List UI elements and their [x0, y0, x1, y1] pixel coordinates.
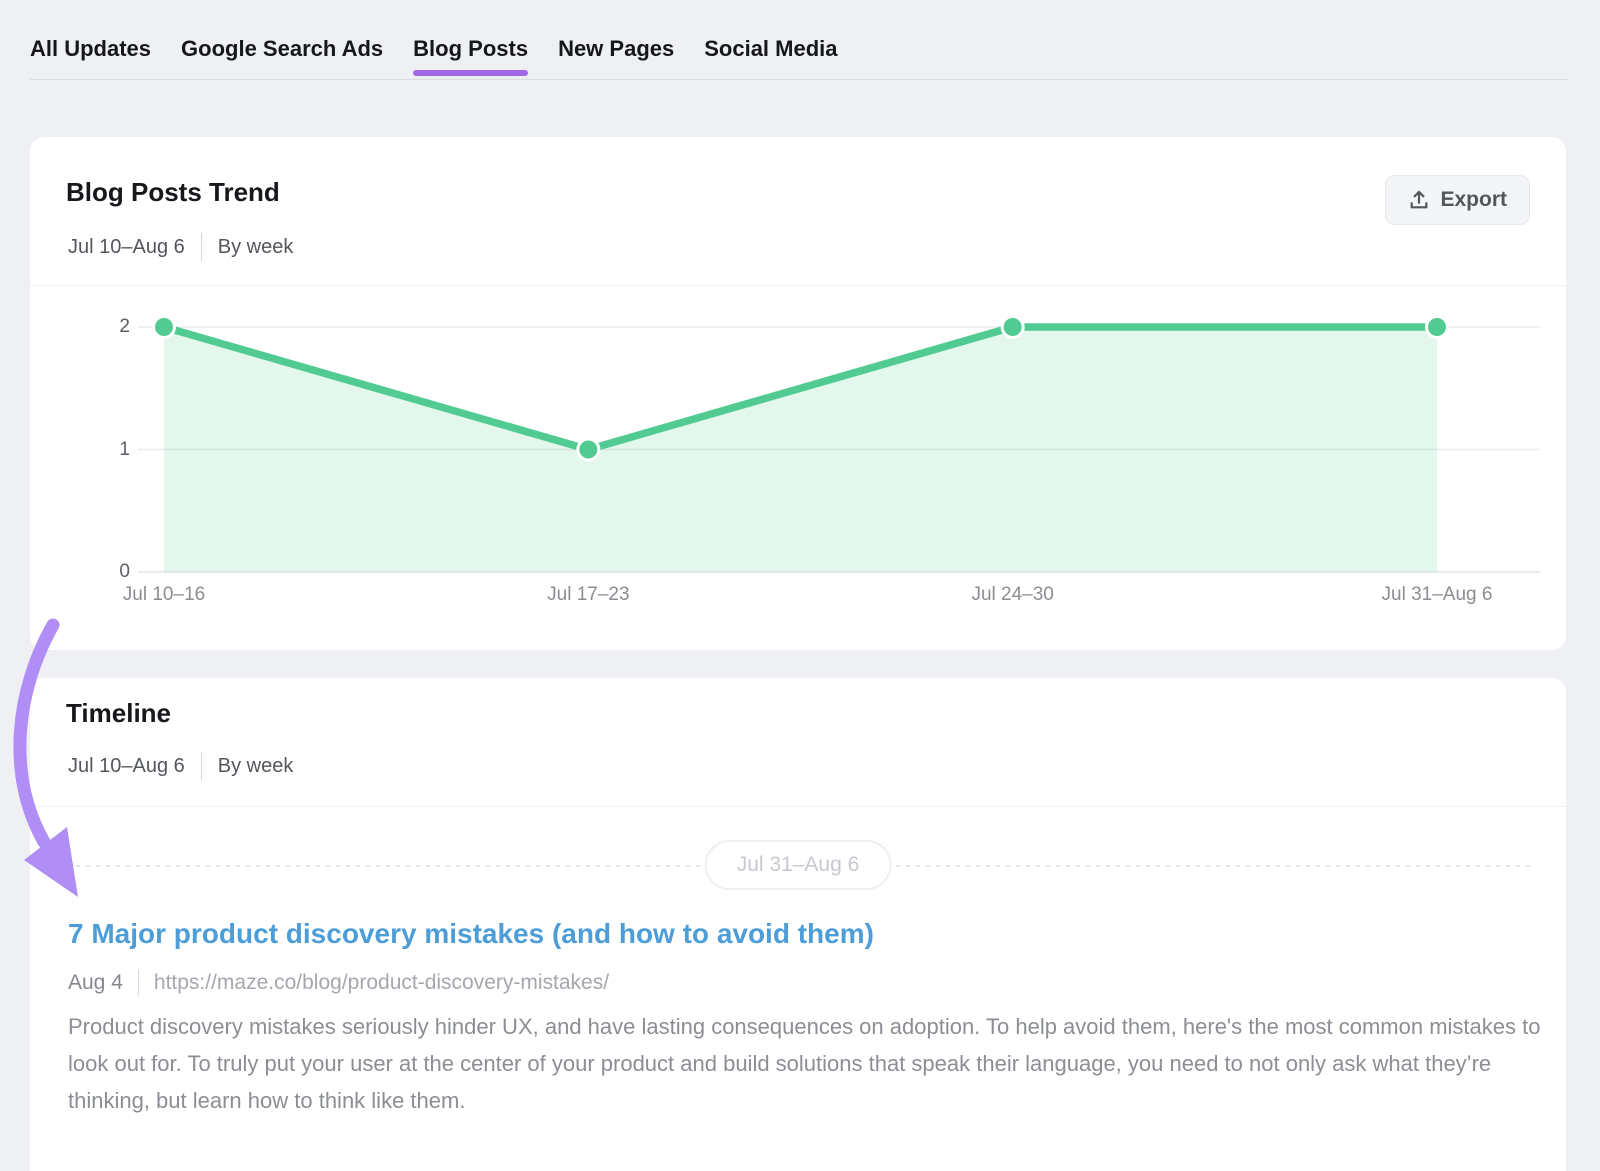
data-point-1 [578, 439, 599, 460]
blog-post-meta: Aug 4 https://maze.co/blog/product-disco… [68, 970, 609, 996]
data-point-2 [1002, 317, 1023, 338]
x-axis-label-1: Jul 17–23 [478, 584, 698, 606]
blog-post-url: https://maze.co/blog/product-discovery-m… [154, 971, 609, 995]
data-point-0 [154, 317, 175, 338]
x-axis-label-0: Jul 10–16 [54, 584, 274, 606]
tab-blog-posts[interactable]: Blog Posts [413, 36, 528, 78]
chart-area-fill [164, 327, 1437, 572]
tab-new-pages[interactable]: New Pages [558, 36, 674, 78]
tab-social-media[interactable]: Social Media [704, 36, 837, 78]
x-axis-label-3: Jul 31–Aug 6 [1327, 584, 1547, 606]
timeline-card: Timeline Jul 10–Aug 6 By week Jul 31–Aug… [30, 678, 1566, 1171]
timeline-date-range: Jul 10–Aug 6 [68, 755, 185, 778]
blog-posts-trend-chart [30, 137, 1566, 650]
tab-google-search-ads[interactable]: Google Search Ads [181, 36, 383, 78]
timeline-granularity: By week [218, 755, 294, 778]
meta-separator [138, 970, 139, 996]
y-tick-label-0: 0 [30, 561, 130, 583]
x-axis-label-2: Jul 24–30 [903, 584, 1123, 606]
blog-post-description: Product discovery mistakes seriously hin… [68, 1008, 1550, 1119]
timeline-header-divider [30, 806, 1566, 807]
subtitle-separator [201, 752, 202, 780]
timeline-card-subtitle: Jul 10–Aug 6 By week [68, 752, 293, 780]
blog-post-date: Aug 4 [68, 971, 123, 995]
y-tick-label-2: 2 [30, 316, 130, 338]
timeline-week-badge: Jul 31–Aug 6 [705, 840, 892, 890]
top-tab-bar: All Updates Google Search Ads Blog Posts Ne… [30, 36, 838, 78]
tab-all-updates[interactable]: All Updates [30, 36, 151, 78]
y-tick-label-1: 1 [30, 439, 130, 461]
blog-posts-trend-card: Blog Posts Trend Jul 10–Aug 6 By week Ex… [30, 137, 1566, 650]
data-point-3 [1427, 317, 1448, 338]
nav-divider [30, 79, 1568, 80]
timeline-card-title: Timeline [66, 698, 171, 729]
blog-post-title-link[interactable]: 7 Major product discovery mistakes (and … [68, 918, 874, 950]
